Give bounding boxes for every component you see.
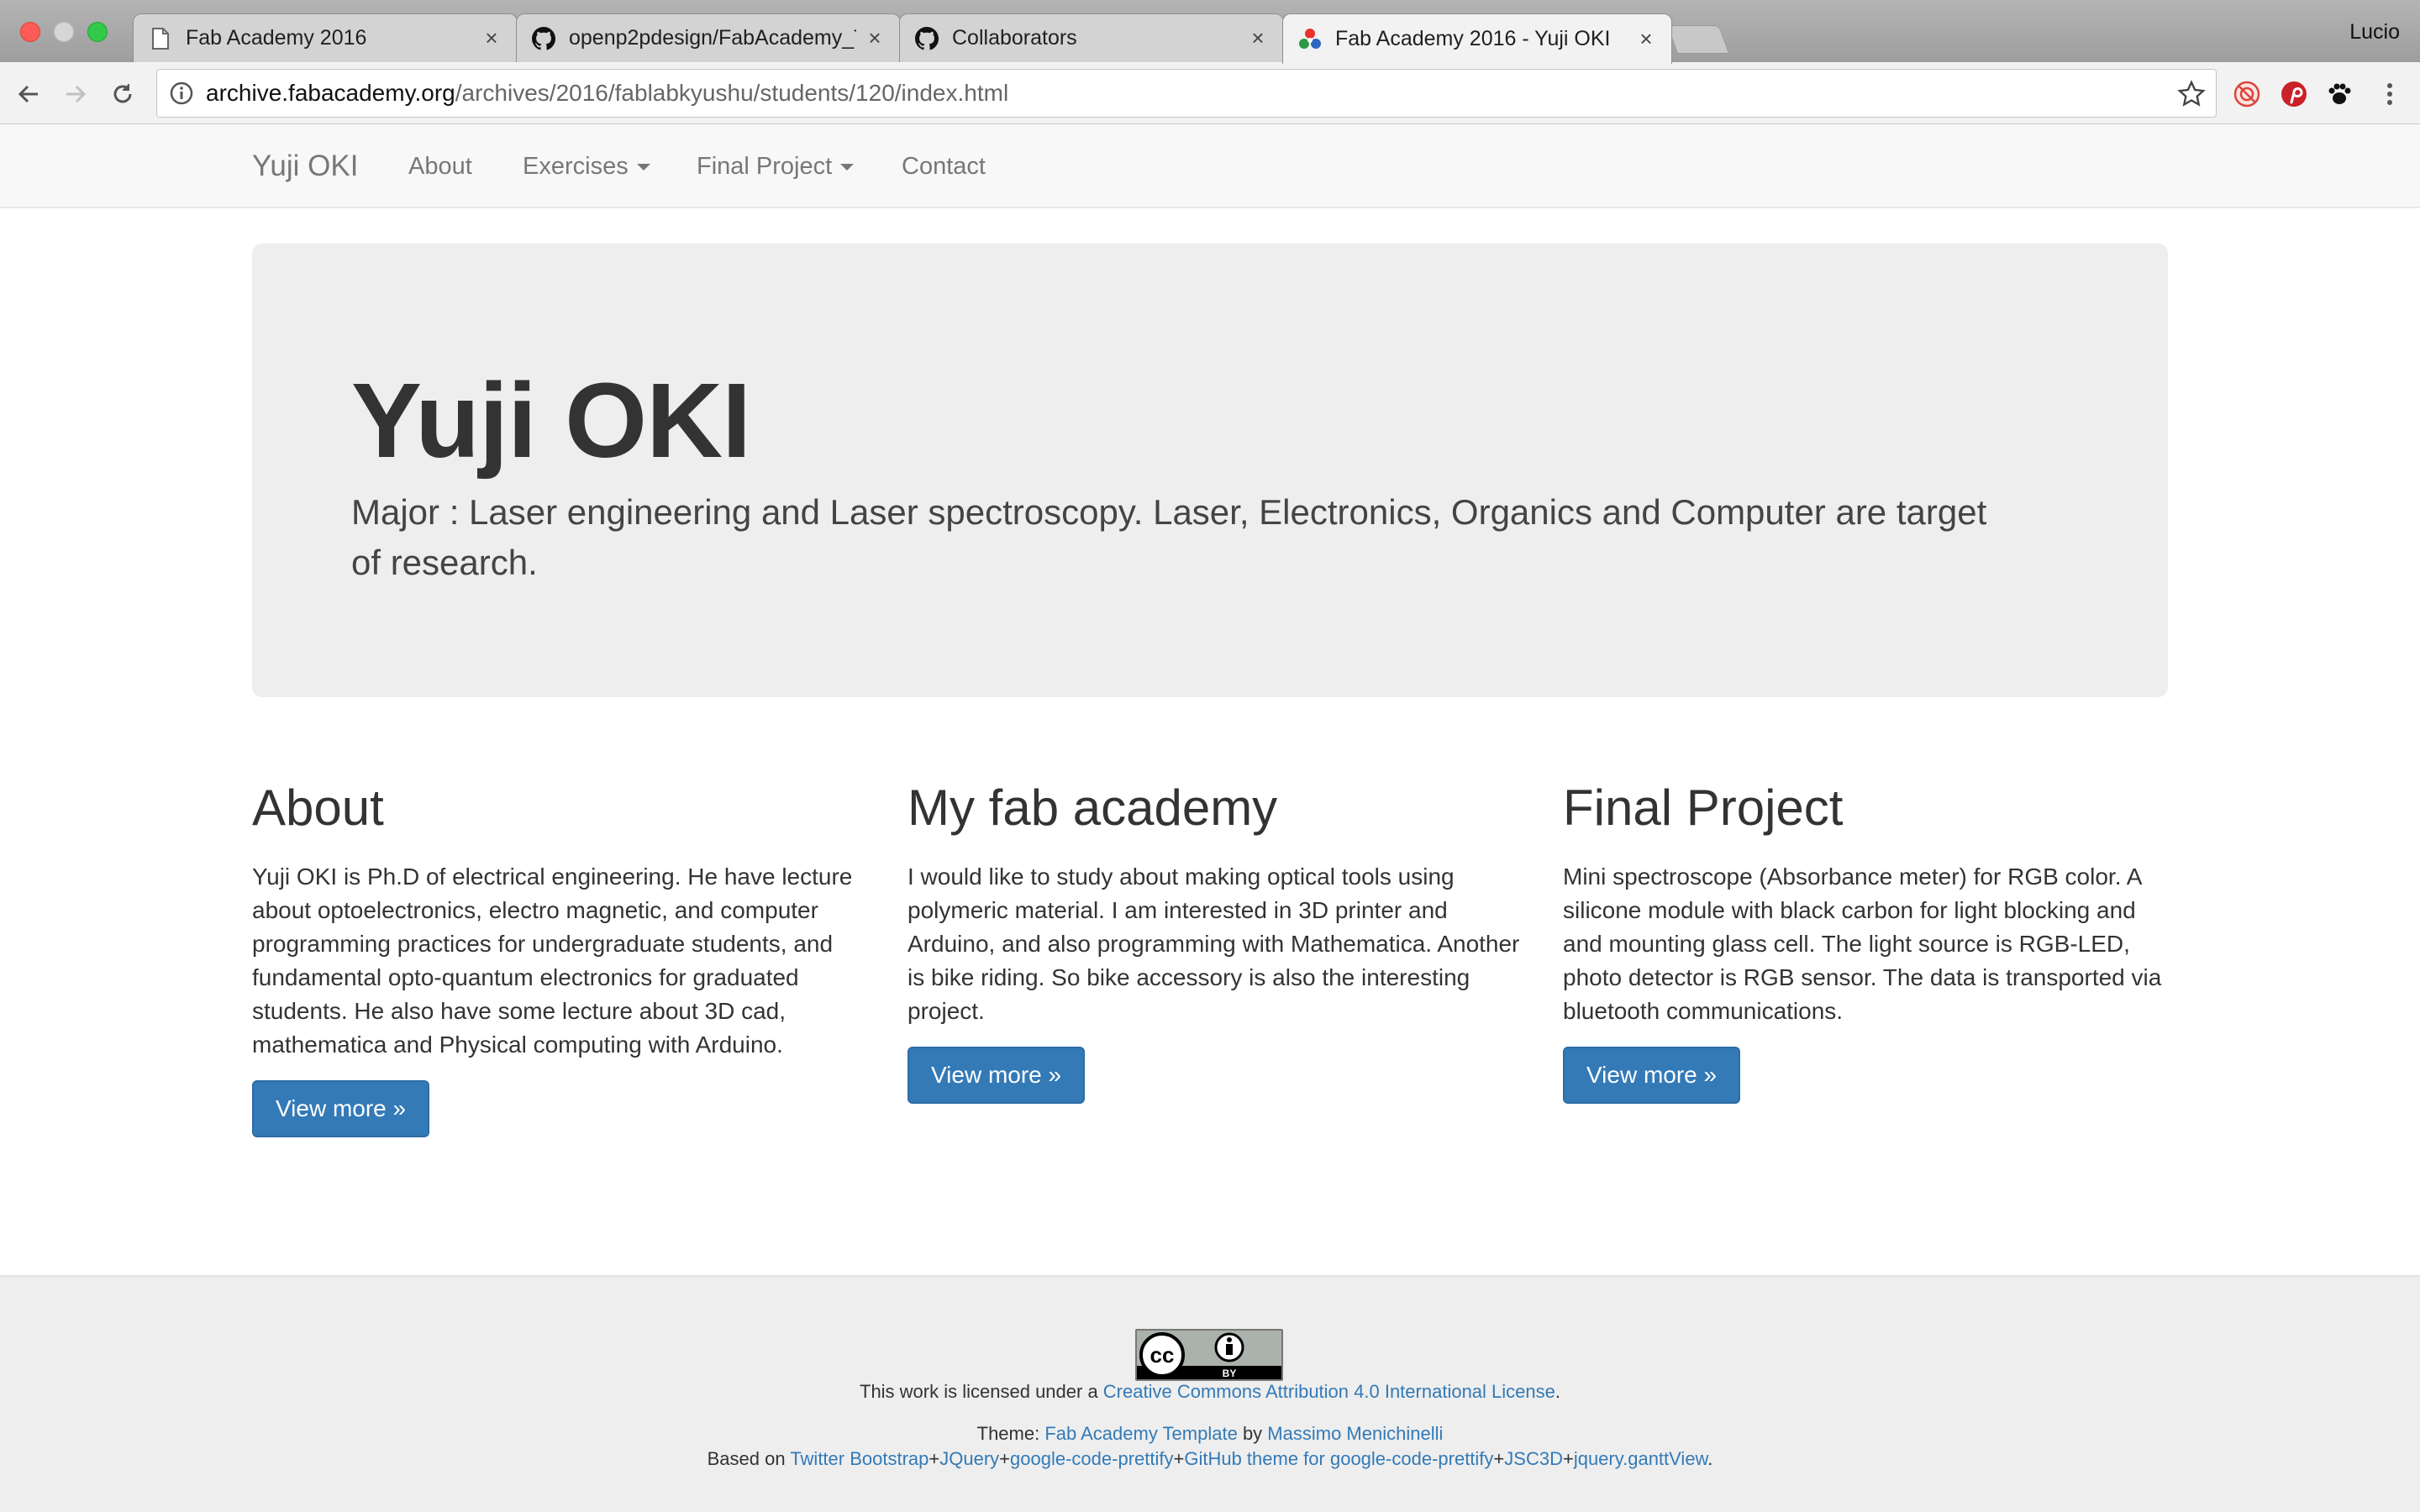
tab-title: Fab Academy 2016 - Yuji OKI (1335, 27, 1611, 50)
plus-separator: + (1493, 1448, 1505, 1469)
column-heading: About (252, 780, 384, 836)
based-link-jquery[interactable]: JQuery (939, 1448, 999, 1469)
reload-icon (113, 84, 132, 103)
jumbotron-title: Yuji OKI (351, 361, 751, 480)
minimize-window-button[interactable] (54, 22, 74, 42)
back-button[interactable] (12, 77, 45, 111)
column-text: Mini spectroscope (Absorbance meter) for… (1563, 864, 2162, 1024)
based-link-github-theme[interactable]: GitHub theme for google-code-prettify (1184, 1448, 1493, 1469)
browser-tab-collaborators[interactable]: Collaborators × (899, 13, 1284, 62)
footer: cc BY This work is licensed under a Crea… (0, 1275, 2420, 1512)
url-host: archive.fabacademy.org (206, 80, 455, 106)
tab-title: openp2pdesign/FabAcademy_T (569, 26, 856, 50)
address-bar[interactable]: archive.fabacademy.org/archives/2016/fab… (156, 69, 2217, 118)
close-tab-icon[interactable]: × (481, 25, 502, 51)
license-prefix: This work is licensed under a (860, 1381, 1103, 1402)
menu-kebab-icon[interactable] (2375, 79, 2405, 109)
view-more-button[interactable]: View more » (1563, 1047, 1741, 1104)
github-icon (915, 26, 939, 50)
browser-tab-github-repo[interactable]: openp2pdesign/FabAcademy_T × (516, 13, 901, 62)
extension-blocker-icon[interactable] (2232, 79, 2262, 109)
license-line: This work is licensed under a Creative C… (0, 1381, 2420, 1403)
based-link-bootstrap[interactable]: Twitter Bootstrap (790, 1448, 929, 1469)
browser-tab-bar: Fab Academy 2016 × openp2pdesign/FabAcad… (0, 0, 2420, 64)
view-more-button[interactable]: View more » (252, 1080, 430, 1137)
url-path: /archives/2016/fablabkyushu/students/120… (455, 80, 1009, 106)
cc-by-license-badge[interactable]: cc BY (1135, 1329, 1283, 1381)
reload-button[interactable] (106, 77, 139, 111)
plus-separator: + (999, 1448, 1011, 1469)
license-link[interactable]: Creative Commons Attribution 4.0 Interna… (1103, 1381, 1555, 1402)
view-more-button[interactable]: View more » (908, 1047, 1086, 1104)
column-heading: Final Project (1563, 780, 1844, 836)
nav-item-exercises[interactable]: Exercises (523, 153, 650, 181)
theme-link[interactable]: Fab Academy Template (1044, 1423, 1238, 1444)
maximize-window-button[interactable] (87, 22, 108, 42)
close-tab-icon[interactable]: × (1636, 26, 1656, 52)
caret-down-icon (636, 164, 650, 171)
column-text: Yuji OKI is Ph.D of electrical engineeri… (252, 864, 853, 1058)
arrow-right-icon (66, 85, 87, 103)
plus-separator: + (929, 1448, 940, 1469)
pinterest-icon[interactable] (2279, 79, 2309, 109)
caret-down-icon (840, 164, 855, 171)
nav-item-about[interactable]: About (408, 153, 472, 181)
theme-prefix: Theme: (976, 1423, 1045, 1444)
nav-item-contact[interactable]: Contact (902, 153, 986, 181)
navbar-brand[interactable]: Yuji OKI (252, 150, 358, 183)
close-tab-icon[interactable]: × (1248, 25, 1268, 51)
tab-title: Fab Academy 2016 (186, 26, 367, 50)
license-suffix: . (1555, 1381, 1560, 1402)
theme-author-link[interactable]: Massimo Menichinelli (1267, 1423, 1443, 1444)
browser-toolbar: archive.fabacademy.org/archives/2016/fab… (0, 62, 2420, 124)
nav-item-final-project[interactable]: Final Project (697, 153, 855, 181)
close-window-button[interactable] (20, 22, 40, 42)
column-text: I would like to study about making optic… (908, 864, 1520, 1024)
github-icon (532, 26, 555, 50)
extension-paw-icon[interactable] (2324, 79, 2354, 109)
close-tab-icon[interactable]: × (865, 25, 885, 51)
page-icon (149, 27, 172, 50)
svg-text:cc: cc (1150, 1342, 1175, 1368)
based-link-prettify[interactable]: google-code-prettify (1010, 1448, 1173, 1469)
column-my-fab-academy: My fab academy I would like to study abo… (908, 773, 1521, 1104)
jumbotron-lead: Major : Laser engineering and Laser spec… (351, 492, 1987, 582)
plus-separator: + (1173, 1448, 1185, 1469)
column-about: About Yuji OKI is Ph.D of electrical eng… (252, 773, 865, 1137)
based-suffix: . (1707, 1448, 1713, 1469)
based-link-jsc3d[interactable]: JSC3D (1504, 1448, 1563, 1469)
browser-tab-fab-academy[interactable]: Fab Academy 2016 × (133, 13, 518, 62)
bookmark-star-icon[interactable] (2177, 80, 2206, 108)
info-icon (170, 81, 193, 105)
jumbotron: Yuji OKI Major : Laser engineering and L… (252, 244, 2168, 697)
nav-item-label: About (408, 153, 472, 180)
nav-item-label: Contact (902, 153, 986, 180)
nav-item-label: Exercises (523, 153, 629, 180)
site-navbar: Yuji OKI About Exercises Final Project C… (0, 124, 2420, 208)
arrow-left-icon (18, 85, 38, 103)
cc-badge-text: BY (1223, 1368, 1237, 1379)
theme-by: by (1237, 1423, 1268, 1444)
column-heading: My fab academy (908, 780, 1278, 836)
forward-button[interactable] (59, 77, 92, 111)
based-on-line: Based on Twitter Bootstrap+JQuery+google… (0, 1448, 2420, 1470)
plus-separator: + (1562, 1448, 1574, 1469)
tab-title: Collaborators (952, 26, 1077, 50)
nav-item-label: Final Project (697, 153, 833, 180)
theme-line: Theme: Fab Academy Template by Massimo M… (0, 1423, 2420, 1445)
based-prefix: Based on (707, 1448, 791, 1469)
profile-name[interactable]: Lucio (2349, 20, 2400, 45)
fablab-icon (1298, 28, 1322, 51)
browser-tab-yuji-oki[interactable]: Fab Academy 2016 - Yuji OKI × (1282, 13, 1672, 64)
new-tab-button[interactable] (1666, 25, 1730, 54)
based-link-ganttview[interactable]: jquery.ganttView (1574, 1448, 1707, 1469)
column-final-project: Final Project Mini spectroscope (Absorba… (1563, 773, 2176, 1104)
